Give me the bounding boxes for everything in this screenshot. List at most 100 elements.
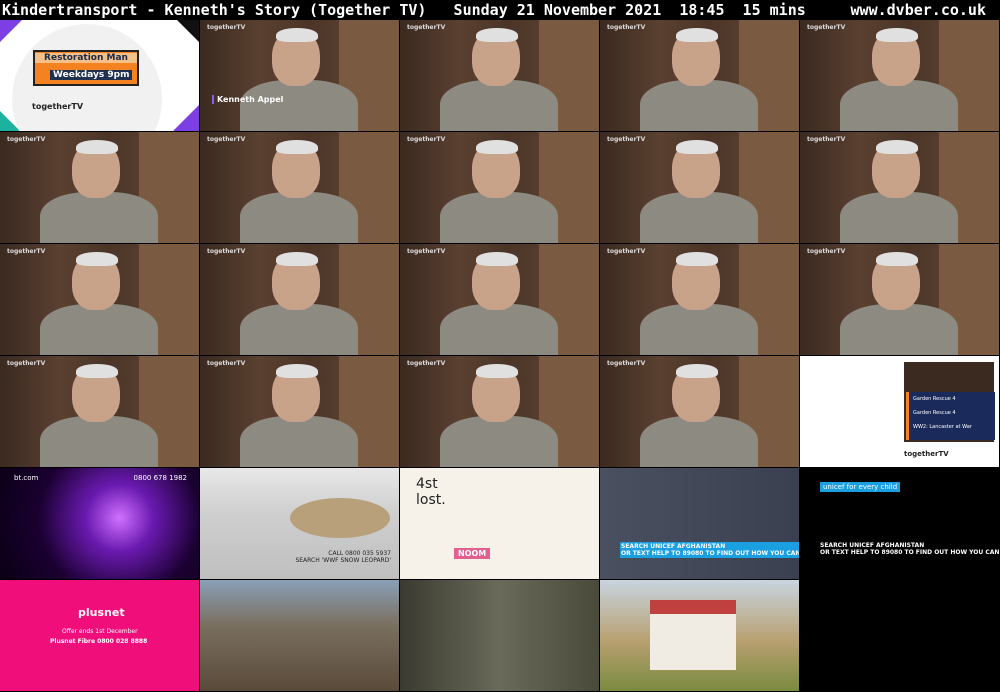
broadcast-time: 18:45 (679, 1, 725, 19)
thumbnail-house-scene[interactable] (600, 580, 799, 691)
cardigan (640, 304, 758, 355)
broadcast-date: Sunday 21 November 2021 (453, 1, 662, 19)
hair (676, 252, 718, 266)
thumbnail-wwf-advert[interactable]: CALL 0800 035 5937 SEARCH 'WWF SNOW LEOP… (200, 468, 399, 579)
thumbnail-interview[interactable]: togetherTV (800, 244, 999, 355)
thumbnail-interview[interactable]: togetherTV (800, 132, 999, 243)
hair (476, 252, 518, 266)
channel-watermark: togetherTV (407, 248, 446, 255)
hair (276, 140, 318, 154)
cardigan (40, 192, 158, 243)
thumbnail-interview[interactable]: togetherTV (200, 356, 399, 467)
thumbnail-interview[interactable]: togetherTV (0, 244, 199, 355)
hair (876, 28, 918, 42)
channel-watermark: togetherTV (607, 360, 646, 367)
decor-triangle (177, 20, 199, 42)
channel-watermark: togetherTV (607, 248, 646, 255)
thumbnail-interview[interactable]: togetherTV (400, 20, 599, 131)
thumbnail-interview[interactable]: togetherTV (600, 20, 799, 131)
thumbnail-plusnet-advert[interactable]: plusnet Offer ends 1st December Plusnet Fi… (0, 580, 199, 691)
header-bar: Kindertransport - Kenneth's Story (Toget… (0, 0, 1000, 20)
hair (876, 140, 918, 154)
hair (876, 252, 918, 266)
cardigan (440, 304, 558, 355)
thumbnail-interview[interactable]: togetherTV (600, 244, 799, 355)
cardigan (240, 192, 358, 243)
thumbnail-interview[interactable]: togetherTV (600, 356, 799, 467)
hair (676, 364, 718, 378)
thumbnail-interview[interactable]: togetherTV (400, 132, 599, 243)
thumbnail-street-scene[interactable] (200, 580, 399, 691)
promo-schedule: Weekdays 9pm (50, 70, 133, 80)
cardigan (40, 416, 158, 467)
hair (276, 252, 318, 266)
thumbnail-interview[interactable]: togetherTV (200, 244, 399, 355)
hair (676, 28, 718, 42)
thumbnail-interview[interactable]: togetherTV (0, 132, 199, 243)
bt-site: bt.com (14, 474, 39, 482)
cardigan (640, 80, 758, 131)
thumbnail-interview[interactable]: togetherTV (200, 132, 399, 243)
thumbnail-interview[interactable]: togetherTV (400, 356, 599, 467)
channel-watermark: togetherTV (407, 136, 446, 143)
thumbnail-noom-advert[interactable]: 4st lost. NOOM (400, 468, 599, 579)
cardigan (240, 80, 358, 131)
thumbnail-interview[interactable]: togetherTV (0, 356, 199, 467)
plusnet-offer: Offer ends 1st December (62, 628, 138, 635)
site-link[interactable]: www.dvber.co.uk (851, 0, 986, 20)
hair (476, 364, 518, 378)
channel-watermark: togetherTV (407, 360, 446, 367)
thumbnail-bt-advert[interactable]: bt.com 0800 678 1982 (0, 468, 199, 579)
thumbnail-interview[interactable]: togetherTV (600, 132, 799, 243)
thumbnail-unicef-card[interactable]: unicef for every child SEARCH UNICEF AFGH… (800, 468, 999, 579)
together-tv-logo: togetherTV (904, 450, 949, 458)
cardigan (840, 192, 958, 243)
thumbnail-interview[interactable]: togetherTV (400, 244, 599, 355)
cardigan (40, 304, 158, 355)
thumbnail-grid: Restoration Man Weekdays 9pm togetherTV tog… (0, 20, 1000, 692)
cardigan (440, 192, 558, 243)
cardigan (840, 80, 958, 131)
thumbnail-kitchen-scene[interactable] (400, 580, 599, 691)
unicef-call-to-action: SEARCH UNICEF AFGHANISTAN OR TEXT HELP T… (820, 542, 999, 556)
channel-watermark: togetherTV (807, 248, 846, 255)
hair (676, 140, 718, 154)
schedule-item: Garden Rescue 4 (913, 396, 956, 402)
cardigan (440, 416, 558, 467)
promo-show-title: Restoration Man (35, 53, 137, 63)
unicef-logo: unicef for every child (820, 482, 901, 492)
channel-watermark: togetherTV (7, 136, 46, 143)
channel-watermark: togetherTV (807, 136, 846, 143)
thumbnail-end-card[interactable]: Garden Rescue 4 Garden Rescue 4 WW2: Lanca… (800, 356, 999, 467)
hair (476, 140, 518, 154)
hair (76, 364, 118, 378)
cardigan (440, 80, 558, 131)
channel-watermark: togetherTV (207, 360, 246, 367)
cardigan (840, 304, 958, 355)
channel-watermark: togetherTV (207, 24, 246, 31)
thumbnail-unicef-appeal[interactable]: SEARCH UNICEF AFGHANISTAN OR TEXT HELP T… (600, 468, 799, 579)
schedule-list: Garden Rescue 4 Garden Rescue 4 WW2: Lanca… (906, 392, 995, 440)
duration: 15 mins (742, 1, 806, 19)
house (650, 600, 736, 670)
header-left: Kindertransport - Kenneth's Story (Toget… (2, 0, 806, 20)
empty-tile (800, 580, 999, 691)
cardigan (640, 192, 758, 243)
thumbnail-interview[interactable]: togetherTV Kenneth Appel (200, 20, 399, 131)
schedule-item: Garden Rescue 4 (913, 410, 956, 416)
cardigan (240, 416, 358, 467)
hair (276, 28, 318, 42)
thumbnail-interview[interactable]: togetherTV (800, 20, 999, 131)
cardigan (240, 304, 358, 355)
channel-watermark: togetherTV (607, 24, 646, 31)
hair (76, 252, 118, 266)
noom-brand: NOOM (454, 548, 491, 559)
hair (476, 28, 518, 42)
programme-title: Kindertransport - Kenneth's Story (Toget… (2, 1, 427, 19)
plusnet-phone: Plusnet Fibre 0800 028 8888 (50, 638, 148, 645)
unicef-call-to-action: SEARCH UNICEF AFGHANISTAN OR TEXT HELP T… (620, 542, 799, 558)
together-tv-logo: togetherTV (32, 102, 84, 111)
plusnet-logo: plusnet (78, 606, 125, 619)
channel-watermark: togetherTV (607, 136, 646, 143)
thumbnail-promo[interactable]: Restoration Man Weekdays 9pm togetherTV (0, 20, 199, 131)
